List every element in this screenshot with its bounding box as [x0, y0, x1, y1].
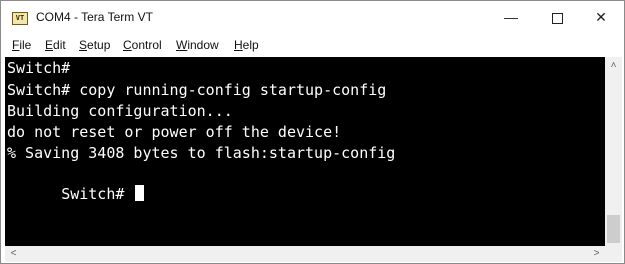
- scroll-left-arrow-icon[interactable]: <: [5, 246, 22, 262]
- menu-help-accel: H: [234, 38, 243, 52]
- terminal-screen[interactable]: Switch# Switch# copy running-config star…: [5, 57, 605, 246]
- terminal-line: Switch#: [7, 59, 71, 77]
- scroll-up-arrow-icon[interactable]: ˄: [605, 57, 622, 74]
- menu-edit[interactable]: Edit: [45, 38, 66, 52]
- title-bar[interactable]: VT COM4 - Tera Term VT — ✕: [1, 1, 624, 33]
- horizontal-scrollbar[interactable]: < >: [5, 246, 605, 262]
- tera-term-window: VT COM4 - Tera Term VT — ✕ File Edit Setu…: [0, 0, 625, 264]
- terminal-prompt-line: Switch#: [7, 164, 145, 224]
- menu-window-rest: indow: [187, 38, 219, 52]
- menu-setup-accel: S: [79, 38, 88, 52]
- vertical-scroll-thumb[interactable]: [607, 215, 620, 243]
- close-icon: ✕: [595, 9, 607, 25]
- menu-window-accel: W: [176, 38, 188, 52]
- scroll-right-arrow-icon[interactable]: >: [588, 246, 605, 262]
- text-cursor: [135, 185, 145, 201]
- vertical-scrollbar[interactable]: ˄: [605, 57, 622, 246]
- menu-setup-rest: etup: [87, 38, 111, 52]
- minimize-icon: —: [504, 9, 518, 25]
- terminal-line: % Saving 3408 bytes to flash:startup-con…: [7, 144, 396, 162]
- menu-control-accel: C: [123, 38, 132, 52]
- menu-window[interactable]: Window: [176, 38, 219, 52]
- tera-term-app-icon[interactable]: VT: [12, 12, 28, 25]
- terminal-prompt: Switch#: [61, 185, 134, 203]
- terminal-line: do not reset or power off the device!: [7, 123, 342, 141]
- menu-help[interactable]: Help: [234, 38, 259, 52]
- scrollbar-corner: [605, 246, 622, 262]
- minimize-button[interactable]: —: [488, 1, 534, 33]
- window-title: COM4 - Tera Term VT: [36, 10, 153, 24]
- maximize-icon: [551, 12, 563, 24]
- menu-file-rest: ile: [19, 38, 32, 52]
- menu-help-rest: elp: [242, 38, 259, 52]
- terminal-line: Building configuration...: [7, 102, 233, 120]
- menu-setup[interactable]: Setup: [79, 38, 110, 52]
- menu-file[interactable]: File: [12, 38, 31, 52]
- menu-control-rest: ontrol: [131, 38, 162, 52]
- close-button[interactable]: ✕: [578, 1, 624, 33]
- menu-edit-accel: E: [45, 38, 54, 52]
- menu-control[interactable]: Control: [123, 38, 162, 52]
- terminal-line: Switch# copy running-config startup-conf…: [7, 81, 387, 99]
- menu-edit-rest: dit: [53, 38, 66, 52]
- menu-bar: File Edit Setup Control Window Help: [1, 35, 624, 55]
- maximize-button[interactable]: [534, 1, 580, 33]
